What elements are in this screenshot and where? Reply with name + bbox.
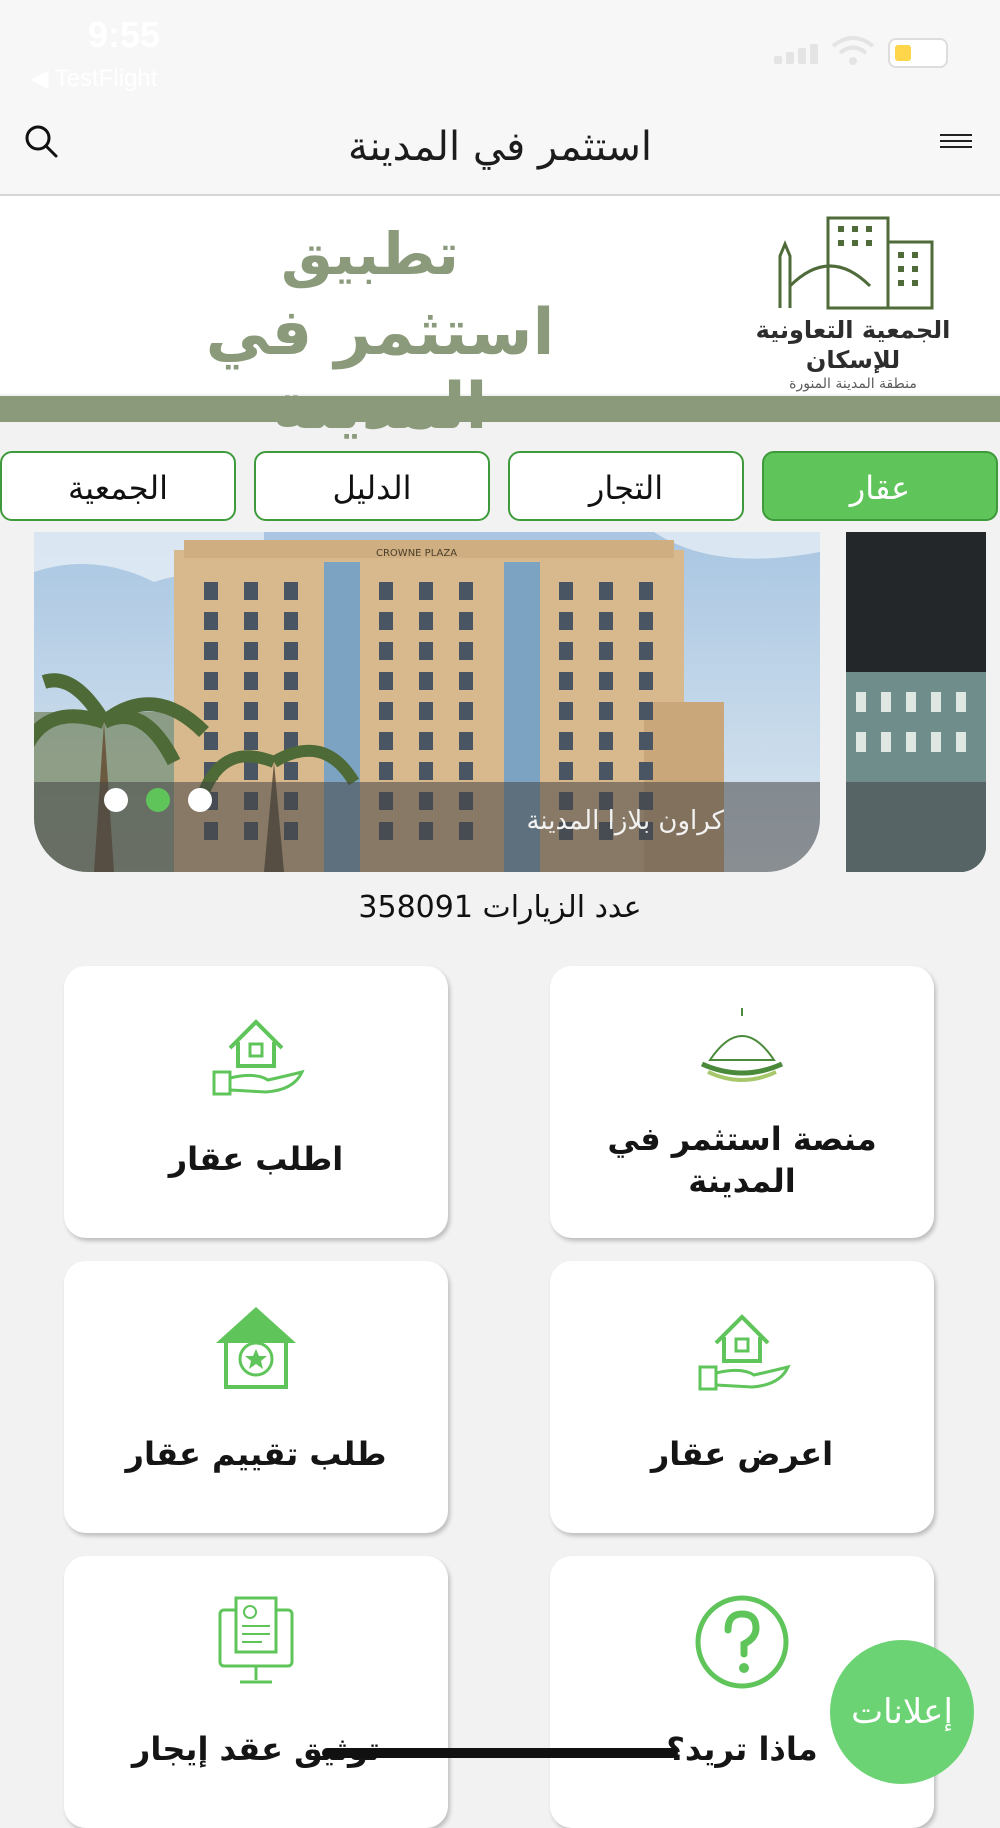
house-hand-icon — [212, 1019, 305, 1096]
mosque-buildings-logo-icon — [778, 216, 934, 310]
logo-text-line1: الجمعية التعاونية — [755, 316, 951, 344]
visits-counter: عدد الزيارات 358091 — [358, 890, 642, 925]
wifi-icon — [831, 36, 875, 65]
navigation-bar: استثمر في المدينة — [0, 110, 1000, 196]
contract-monitor-icon — [218, 1596, 294, 1684]
menu-button[interactable] — [936, 120, 976, 160]
status-bar: 9:55 ◀ TestFlight — [0, 0, 1000, 110]
banner-divider — [0, 396, 1000, 422]
house-star-icon — [216, 1307, 296, 1389]
page-title: استثمر في المدينة — [348, 124, 652, 170]
tab-real-estate[interactable]: عقار — [762, 451, 998, 521]
carousel-dot-3[interactable] — [188, 788, 212, 812]
hotel-sign: CROWNE PLAZA — [376, 548, 458, 559]
logo-text-line2: للإسكان — [805, 346, 901, 374]
card-label: طلب تقييم عقار — [125, 1435, 387, 1473]
search-icon — [25, 125, 58, 158]
card-invest-platform[interactable]: منصة استثمر في المدينة — [550, 966, 934, 1238]
carousel-dot-2[interactable] — [146, 788, 170, 812]
tab-merchants[interactable]: التجار — [508, 451, 744, 521]
carousel-slide[interactable]: CROWNE PLAZA كراون بلازا المدينة — [34, 532, 820, 872]
dome-logo-icon — [700, 1008, 784, 1082]
card-offer-property[interactable]: اعرض عقار — [550, 1261, 934, 1533]
signal-icon — [774, 44, 822, 68]
logo-text-line3: منطقة المدينة المنورة — [789, 376, 917, 392]
carousel-dot-1[interactable] — [104, 788, 128, 812]
back-to-testflight[interactable]: ◀ TestFlight — [30, 64, 157, 93]
announcements-button[interactable]: إعلانات — [830, 1640, 974, 1784]
status-time: 9:55 — [88, 14, 161, 55]
question-icon — [695, 1595, 789, 1689]
battery-icon — [888, 38, 948, 68]
card-label: اعرض عقار — [650, 1435, 834, 1473]
mosque-night-image — [846, 532, 986, 872]
house-hand-icon — [698, 1314, 791, 1391]
tab-guide[interactable]: الدليل — [254, 451, 490, 521]
tab-association[interactable]: الجمعية — [0, 451, 236, 521]
banner-title-line1: تطبيق — [281, 220, 459, 288]
carousel-next-slide[interactable] — [846, 532, 986, 872]
card-property-valuation[interactable]: طلب تقييم عقار — [64, 1261, 448, 1533]
card-label: منصة استثمر في المدينة — [607, 1120, 877, 1200]
home-indicator — [322, 1748, 678, 1758]
slide-caption: كراون بلازا المدينة — [526, 806, 724, 836]
search-button[interactable] — [18, 118, 66, 166]
card-label: اطلب عقار — [168, 1140, 344, 1178]
app-banner: تطبيق استثمر في المدينة الجمعية التعاوني… — [0, 196, 1000, 444]
card-lease-documentation[interactable]: توثيق عقد إيجار — [64, 1556, 448, 1828]
card-request-property[interactable]: اطلب عقار — [64, 966, 448, 1238]
